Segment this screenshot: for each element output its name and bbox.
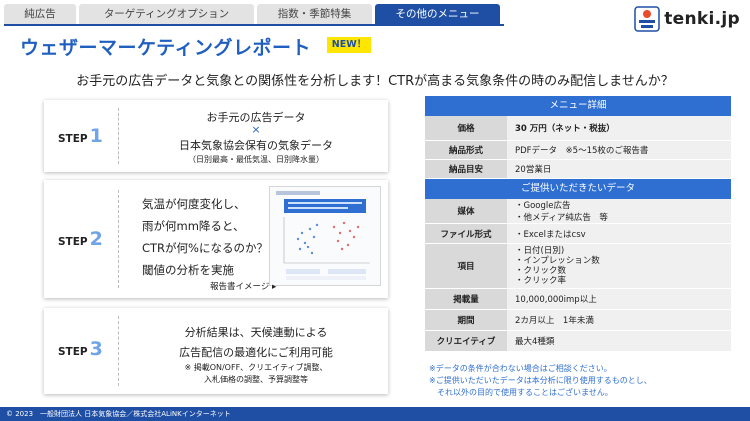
table-row: 掲載量 10,000,000imp以上 [425,289,731,310]
table-row: 項目 ・日付(日別) ・インプレッション数 ・クリック数 ・クリック率 [425,244,731,289]
row-value-line: 10,000,000imp以上 [515,295,597,305]
row-value-line: ・他メディア純広告 等 [515,213,608,223]
row-value: ・Google広告 ・他メディア純広告 等 [507,199,731,223]
logo: tenki.jp [634,6,740,32]
step-divider [118,316,119,386]
step-2-card: STEP 2 気温が何度変化し、 雨が何mm降ると、 CTRが何%になるのか？ 閾… [44,180,388,298]
row-value-line: ・日付(日別) [515,246,565,256]
table-row: クリエイティブ 最大4種類 [425,331,731,352]
step-1-line-3: （日別最高・最低気温、日別降水量） [188,155,324,164]
tab-bar: 純広告 ターゲティングオプション 指数・季節特集 その他のメニュー [4,4,500,24]
tab-index-season[interactable]: 指数・季節特集 [257,4,372,24]
step-2-line-2: 雨が何mm降ると、 [142,219,245,233]
step-3-line-2: 広告配信の最適化にご利用可能 [179,346,333,359]
row-key: クリエイティブ [425,331,507,351]
row-value: 最大4種類 [507,331,731,351]
row-value-line: ・Google広告 [515,201,571,211]
tab-pure-ad[interactable]: 純広告 [4,4,76,24]
footer-copyright: © 2023 一般財団法人 日本気象協会／株式会社ALiNKインターネット [0,407,750,421]
step-1-card: STEP 1 お手元の広告データ × 日本気象協会保有の気象データ （日別最高・最… [44,100,388,172]
step-3-card: STEP 3 分析結果は、天候連動による 広告配信の最適化にご利用可能 ※ 掲載O… [44,308,388,394]
provided-data-header: ご提供いただきたいデータ [425,179,731,199]
table-row: 納品目安 20営業日 [425,160,731,179]
lead-text: お手元の広告データと気象との関係性を分析します！CTRが高まる気象条件の時のみ配… [76,74,674,89]
row-value: 30 万円（ネット・税抜） [507,116,731,140]
row-key: 媒体 [425,199,507,223]
step-2-line-4: 閾値の分析を実施 [142,263,234,277]
row-key: ファイル形式 [425,224,507,243]
report-image-icon [276,191,370,280]
tenki-logo-icon [634,6,660,32]
note-line: ※データの条件が合わない場合はご相談ください。 [429,364,612,373]
step-divider [118,190,119,288]
new-badge: NEW！ [327,37,371,53]
row-value-line: ・クリック率 [515,276,567,286]
menu-detail-header: メニュー詳細 [425,96,731,116]
tab-other-menu[interactable]: その他のメニュー [375,4,500,24]
table-row: 媒体 ・Google広告 ・他メディア純広告 等 [425,199,731,224]
step-3-label: STEP 3 [58,338,103,360]
step-1-line-2: 日本気象協会保有の気象データ [179,139,333,152]
step-3-line-1: 分析結果は、天候連動による [184,326,328,339]
table-row: 価格 30 万円（ネット・税抜） [425,116,731,141]
cross-mark: × [251,123,261,136]
row-value: PDFデータ ※5～15枚のご報告書 [507,141,731,159]
row-value: 20営業日 [507,160,731,178]
row-key: 納品目安 [425,160,507,178]
page-title: ウェザーマーケティングレポート [20,37,311,59]
report-image-caption: 報告書イメージ ▸ [210,282,277,292]
row-value-line: 最大4種類 [515,337,555,347]
step-2-line-3: CTRが何%になるのか？ [142,241,268,255]
row-key: 期間 [425,310,507,330]
report-thumbnail [269,186,381,286]
tab-targeting-option[interactable]: ターゲティングオプション [79,4,254,24]
row-value-line: ・インプレッション数 [515,256,600,266]
step-divider [118,108,119,164]
row-value-line: ・クリック数 [515,266,567,276]
step-3-note-1: ※ 掲載ON/OFF、クリエイティブ調整、 [184,363,328,372]
table-row: ファイル形式 ・Excelまたはcsv [425,224,731,244]
table-row: 期間 2カ月以上 1年未満 [425,310,731,331]
table-row: 納品形式 PDFデータ ※5～15枚のご報告書 [425,141,731,160]
step-2-line-1: 気温が何度変化し、 [142,197,246,211]
logo-text: tenki.jp [664,9,740,29]
menu-detail-table: メニュー詳細 価格 30 万円（ネット・税抜） 納品形式 PDFデータ ※5～1… [425,96,731,352]
row-key: 項目 [425,244,507,288]
row-value: ・日付(日別) ・インプレッション数 ・クリック数 ・クリック率 [507,244,731,288]
tab-underline [4,24,504,26]
row-key: 納品形式 [425,141,507,159]
notes: ※データの条件が合わない場合はご相談ください。 ※ご提供いただいたデータは本分析… [429,363,652,399]
step-1-label: STEP 1 [58,125,103,147]
note-line: それ以外の目的で使用することはございません。 [429,388,613,397]
row-value-line: ・Excelまたはcsv [515,229,586,240]
step-2-label: STEP 2 [58,228,103,250]
row-value: 2カ月以上 1年未満 [507,310,731,330]
row-key: 掲載量 [425,289,507,309]
row-value: ・Excelまたはcsv [507,224,731,243]
row-value: 10,000,000imp以上 [507,289,731,309]
row-value-line: 2カ月以上 1年未満 [515,316,594,326]
row-key: 価格 [425,116,507,140]
step-3-note-2: 入札価格の調整、予算調整等 [204,375,308,384]
note-line: ※ご提供いただいたデータは本分析に限り使用するものとし、 [429,376,652,385]
